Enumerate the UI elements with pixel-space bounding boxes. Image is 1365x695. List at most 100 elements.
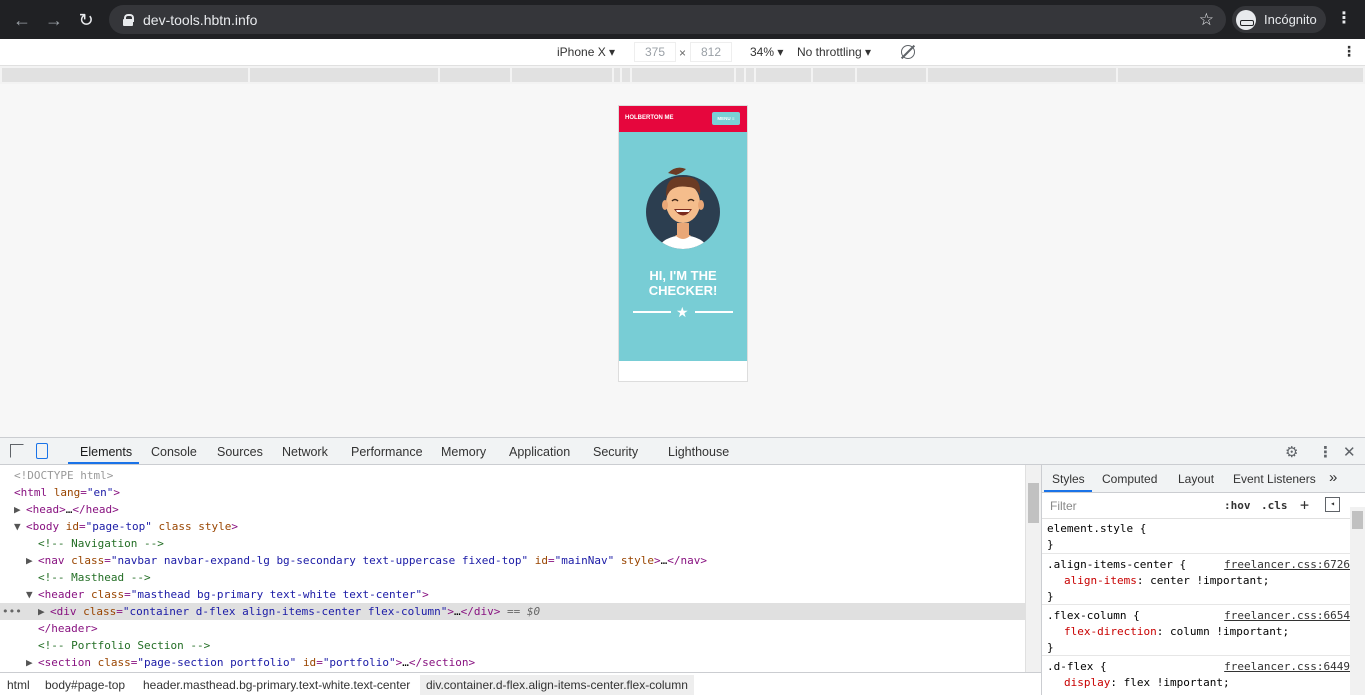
dom-node[interactable]: ▼ <header class="masthead bg-primary text… xyxy=(0,586,1025,603)
elements-scrollbar[interactable] xyxy=(1025,465,1041,672)
tab-styles[interactable]: Styles xyxy=(1052,472,1085,486)
tab-elements[interactable]: Elements xyxy=(80,445,132,459)
rule-close: } xyxy=(1047,641,1054,654)
tab-layout[interactable]: Layout xyxy=(1178,472,1214,486)
dom-node[interactable]: </header> xyxy=(0,620,1025,637)
rule-source-link[interactable]: freelancer.css:6726 xyxy=(1224,557,1350,573)
site-brand[interactable]: HOLBERTON ME xyxy=(625,115,674,121)
rule-selector: .flex-column { xyxy=(1047,609,1140,622)
dom-node[interactable]: ▶ <head>…</head> xyxy=(0,501,1025,518)
toggle-sidebar-icon[interactable]: ◂ xyxy=(1325,497,1340,512)
tab-security[interactable]: Security xyxy=(593,445,638,459)
media-query-segment[interactable] xyxy=(2,68,248,82)
site-navbar: HOLBERTON ME MENU ≡ xyxy=(619,106,747,132)
media-query-segment[interactable] xyxy=(746,68,754,82)
media-query-segment[interactable] xyxy=(250,68,438,82)
tab-computed[interactable]: Computed xyxy=(1102,472,1157,486)
devtools-menu-icon[interactable]: ⋮ xyxy=(1318,443,1333,461)
toggle-device-icon[interactable] xyxy=(36,443,48,459)
tab-event-listeners[interactable]: Event Listeners xyxy=(1233,472,1316,486)
lock-icon xyxy=(123,13,134,26)
avatar-illustration xyxy=(646,167,720,249)
bookmark-star-icon[interactable]: ☆ xyxy=(1199,10,1214,30)
class-toggle-button[interactable]: .cls xyxy=(1261,499,1288,512)
tab-sources[interactable]: Sources xyxy=(217,445,263,459)
media-query-segment[interactable] xyxy=(440,68,510,82)
dom-node[interactable]: <html lang="en"> xyxy=(0,484,1025,501)
dom-node-selected[interactable]: ••• ▶ <div class="container d-flex align-i… xyxy=(0,603,1025,620)
media-query-segment[interactable] xyxy=(614,68,620,82)
reload-icon[interactable]: ↻ xyxy=(70,4,102,36)
styles-sidebar: Styles Computed Layout Event Listeners »… xyxy=(1041,465,1365,695)
tab-lighthouse[interactable]: Lighthouse xyxy=(668,445,729,459)
scrollbar-thumb[interactable] xyxy=(1352,511,1363,529)
media-query-segment[interactable] xyxy=(857,68,926,82)
breadcrumb-item[interactable]: html xyxy=(7,678,30,692)
media-query-segment[interactable] xyxy=(813,68,855,82)
rule-source-link[interactable]: freelancer.css:6654 xyxy=(1224,608,1350,624)
device-toolbar-menu-icon[interactable]: ⋮ xyxy=(1342,43,1356,60)
new-rule-plus-icon[interactable]: + xyxy=(1300,496,1309,514)
device-height-input[interactable]: 812 xyxy=(690,42,732,62)
rule-declaration[interactable]: flex-direction: column !important; xyxy=(1064,624,1289,640)
css-rule[interactable]: .d-flex { freelancer.css:6449 display: f… xyxy=(1042,658,1352,695)
media-query-segment[interactable] xyxy=(1118,68,1363,82)
settings-gear-icon[interactable]: ⚙ xyxy=(1285,443,1298,461)
media-query-segment[interactable] xyxy=(928,68,1116,82)
media-query-segment[interactable] xyxy=(756,68,811,82)
zoom-select[interactable]: 34% ▾ xyxy=(750,45,783,59)
close-devtools-icon[interactable]: ✕ xyxy=(1343,443,1356,461)
tab-memory[interactable]: Memory xyxy=(441,445,486,459)
forward-arrow-icon[interactable]: → xyxy=(38,4,70,36)
dom-node[interactable]: <!DOCTYPE html> xyxy=(0,467,1025,484)
incognito-badge[interactable]: Incógnito xyxy=(1232,6,1326,33)
media-query-segment[interactable] xyxy=(632,68,734,82)
breadcrumb-item[interactable]: body#page-top xyxy=(45,678,125,692)
dom-node[interactable]: ▶ <section class="page-section portfolio"… xyxy=(0,654,1025,671)
styles-filter-row: Filter :hov .cls + ◂ xyxy=(1042,493,1365,519)
media-query-segment[interactable] xyxy=(622,68,630,82)
dom-node[interactable]: ▶ <nav class="navbar navbar-expand-lg bg-… xyxy=(0,552,1025,569)
media-query-segment[interactable] xyxy=(512,68,612,82)
tab-console[interactable]: Console xyxy=(151,445,197,459)
rule-selector: .align-items-center { xyxy=(1047,558,1187,571)
device-frame: HOLBERTON ME MENU ≡ HI, I'M THE CHECKER!… xyxy=(618,105,748,382)
back-arrow-icon[interactable]: ← xyxy=(6,4,38,36)
css-rule[interactable]: element.style { } xyxy=(1042,520,1352,554)
scrollbar-thumb[interactable] xyxy=(1028,483,1039,523)
address-bar[interactable]: dev-tools.hbtn.info ☆ xyxy=(109,5,1226,34)
tab-network[interactable]: Network xyxy=(282,445,328,459)
dom-node[interactable]: ▼ <body id="page-top" class style> xyxy=(0,518,1025,535)
rule-declaration[interactable]: align-items: center !important; xyxy=(1064,573,1269,589)
rule-close: } xyxy=(1047,538,1054,551)
elements-tree: <!DOCTYPE html> <html lang="en"> ▶ <head>… xyxy=(0,465,1025,672)
breadcrumb-item-active[interactable]: div.container.d-flex.align-items-center.… xyxy=(420,675,694,695)
incognito-icon xyxy=(1236,9,1256,30)
browser-menu-icon[interactable]: ⋮ xyxy=(1336,8,1352,30)
media-query-segment[interactable] xyxy=(736,68,744,82)
dom-node[interactable]: <!-- Navigation --> xyxy=(0,535,1025,552)
more-tabs-icon[interactable]: » xyxy=(1329,469,1337,486)
css-rule[interactable]: .flex-column { freelancer.css:6654 flex-… xyxy=(1042,607,1352,656)
hero-title: HI, I'M THE CHECKER! xyxy=(648,268,718,298)
tab-application[interactable]: Application xyxy=(509,445,570,459)
rule-source-link[interactable]: freelancer.css:6449 xyxy=(1224,659,1350,675)
tab-performance[interactable]: Performance xyxy=(351,445,423,459)
dom-node[interactable]: <!-- Portfolio Section --> xyxy=(0,637,1025,654)
throttling-select[interactable]: No throttling ▾ xyxy=(797,45,871,59)
rotate-icon[interactable] xyxy=(901,45,915,59)
inspect-element-icon[interactable] xyxy=(10,444,24,458)
device-toolbar: iPhone X ▾ 375 × 812 34% ▾ No throttling… xyxy=(0,39,1365,66)
styles-scrollbar[interactable] xyxy=(1350,507,1365,695)
rule-declaration[interactable]: display: flex !important; xyxy=(1064,675,1230,691)
styles-filter-input[interactable]: Filter xyxy=(1044,496,1214,516)
breadcrumb-item[interactable]: header.masthead.bg-primary.text-white.te… xyxy=(143,678,410,692)
dom-node[interactable]: <!-- Masthead --> xyxy=(0,569,1025,586)
active-styles-tab-indicator xyxy=(1044,490,1092,492)
site-menu-button[interactable]: MENU ≡ xyxy=(712,112,740,125)
css-rule[interactable]: .align-items-center { freelancer.css:672… xyxy=(1042,556,1352,605)
device-width-input[interactable]: 375 xyxy=(634,42,676,62)
styles-tabbar: Styles Computed Layout Event Listeners » xyxy=(1042,465,1365,493)
hover-state-button[interactable]: :hov xyxy=(1224,499,1251,512)
device-select[interactable]: iPhone X ▾ xyxy=(557,45,615,59)
